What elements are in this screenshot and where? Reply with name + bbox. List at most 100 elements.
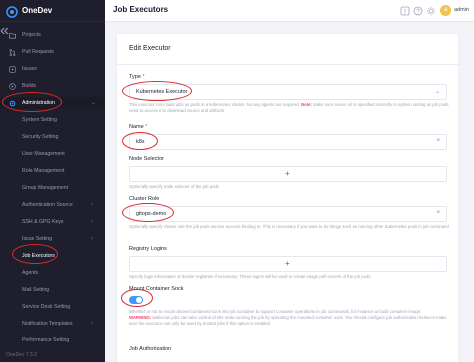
sidebar-subitem-label: User Management [22, 151, 65, 157]
cluster-role-label: Cluster Role [129, 196, 160, 202]
chevron-right-icon: › [91, 321, 93, 327]
mount-sock-help: Whether or not to mount docker/container… [129, 309, 449, 327]
registry-logins-label: Registry Logins [129, 246, 167, 252]
sidebar-subitem-job-executors[interactable]: Job Executors [0, 250, 105, 262]
sidebar-subitem-performance-setting[interactable]: Performance Setting [0, 334, 105, 346]
sidebar-subitem-notification-templates[interactable]: Notification Templates › [0, 318, 105, 330]
onedev-logo-icon [6, 5, 18, 18]
divider [117, 64, 460, 65]
sidebar-subitem-label: Performance Setting [22, 337, 70, 343]
sidebar-subitem-label: Service Desk Setting [22, 304, 71, 310]
sidebar-subitem-label: Mail Setting [22, 287, 50, 293]
page-title: Job Executors [113, 5, 169, 14]
type-select[interactable]: Kubernetes Executor ⌄ [129, 84, 447, 100]
sidebar-subitem-label: Role Management [22, 168, 65, 174]
chevron-right-icon: › [91, 236, 93, 242]
registry-logins-help: Specify login information of docker regi… [129, 274, 371, 279]
cluster-role-input-value: gitops-demo [136, 211, 167, 217]
sidebar-subitem-agents[interactable]: Agents [0, 267, 105, 279]
sun-icon[interactable] [425, 5, 436, 16]
sidebar-subitem-label: Job Executors [22, 253, 55, 259]
brand-name: OneDev [22, 6, 53, 15]
sidebar-subitem-label: Group Management [22, 185, 69, 191]
cluster-role-help: Optionally specify cluster role the job … [129, 224, 449, 229]
sidebar-subitem-label: Agents [22, 270, 39, 276]
mount-sock-label: Mount Container Sock [129, 286, 184, 292]
name-input[interactable]: k8s × [129, 134, 447, 150]
sidebar-item-label: Builds [22, 83, 37, 89]
name-label: Name * [129, 124, 147, 130]
gear-icon [9, 100, 16, 107]
alert-icon[interactable] [399, 5, 410, 16]
type-help-text: This executor runs build jobs as pods in… [129, 102, 300, 107]
sidebar-subitem-label: System Setting [22, 117, 57, 123]
sidebar-item-administration[interactable]: Administration ⌄ [0, 97, 105, 109]
sidebar-item-issues[interactable]: Issues [0, 63, 105, 75]
card-title: Edit Executor [129, 45, 171, 52]
plus-icon: + [285, 259, 290, 268]
sidebar-subitem-service-desk-setting[interactable]: Service Desk Setting [0, 301, 105, 313]
sidebar-item-projects[interactable]: Projects [0, 29, 105, 41]
sidebar-subitem-mail-setting[interactable]: Mail Setting [0, 284, 105, 296]
node-selector-help: Optionally specify node selector of the … [129, 184, 220, 189]
sidebar-subitem-authentication-source[interactable]: Authentication Source › [0, 199, 105, 211]
chevron-down-icon: ⌄ [91, 100, 97, 106]
mount-sock-toggle[interactable] [129, 296, 143, 304]
type-select-value: Kubernetes Executor [136, 89, 188, 95]
chevron-right-icon: › [91, 202, 93, 208]
sidebar-subitem-system-setting[interactable]: System Setting [0, 114, 105, 126]
node-selector-add[interactable]: + [129, 166, 447, 182]
chevron-down-icon: ⌄ [434, 89, 440, 95]
type-label-text: Type [129, 74, 141, 80]
registry-logins-add[interactable]: + [129, 256, 447, 272]
pull-request-icon [9, 48, 16, 56]
play-circle-icon [9, 82, 16, 90]
issue-icon [9, 65, 16, 73]
sidebar-subitem-issue-setting[interactable]: Issue Setting › [0, 233, 105, 245]
warning-text: Malicious jobs can take control of k8s n… [129, 315, 447, 326]
brand[interactable]: OneDev [0, 0, 105, 22]
clear-icon[interactable]: × [436, 138, 440, 144]
sidebar-item-pull-requests[interactable]: Pull Requests [0, 46, 105, 58]
sidebar-subitem-user-management[interactable]: User Management [0, 148, 105, 160]
avatar[interactable]: a [440, 5, 451, 16]
type-help: This executor runs build jobs as pods in… [129, 102, 449, 114]
edit-executor-card: Edit Executor Type * Kubernetes Executor… [116, 33, 460, 362]
app-window: OneDev « Projects Pull Requests Issues B… [0, 0, 474, 362]
version-label: OneDev 7.3.2 [6, 352, 37, 358]
sidebar-subitem-label: Authentication Source [22, 202, 73, 208]
chevron-right-icon: › [91, 219, 93, 225]
sidebar: OneDev « Projects Pull Requests Issues B… [0, 0, 105, 362]
sidebar-item-label: Projects [22, 32, 41, 38]
sidebar-subitem-group-management[interactable]: Group Management [0, 182, 105, 194]
name-label-text: Name [129, 124, 144, 130]
sidebar-subitem-label: Issue Setting [22, 236, 52, 242]
help-icon[interactable] [412, 5, 423, 16]
sidebar-item-label: Issues [22, 66, 37, 72]
type-help-note: Note: [300, 102, 312, 107]
username[interactable]: admin [454, 7, 469, 13]
sidebar-subitem-ssh-gpg-keys[interactable]: SSH & GPG Keys › [0, 216, 105, 228]
required-marker: * [142, 74, 145, 80]
sidebar-subitem-label: SSH & GPG Keys [22, 219, 64, 225]
clear-icon[interactable]: × [436, 210, 440, 216]
sidebar-subitem-security-setting[interactable]: Security Setting [0, 131, 105, 143]
sidebar-item-builds[interactable]: Builds [0, 80, 105, 92]
job-authorization-label: Job Authorization [129, 346, 172, 352]
warning-label: WARNING: [129, 315, 152, 320]
topbar: Job Executors a admin [105, 0, 474, 22]
folder-icon [9, 32, 16, 39]
plus-icon: + [285, 169, 290, 178]
sidebar-subitem-label: Notification Templates [22, 321, 73, 327]
type-label: Type * [129, 74, 145, 80]
sidebar-item-label: Pull Requests [22, 49, 55, 55]
cluster-role-input[interactable]: gitops-demo × [129, 206, 447, 222]
sidebar-subitem-role-management[interactable]: Role Management [0, 165, 105, 177]
toggle-knob [136, 297, 142, 303]
name-input-value: k8s [136, 139, 145, 145]
mount-sock-help-text: Whether or not to mount docker/container… [129, 309, 422, 314]
sidebar-item-label: Administration [22, 100, 55, 106]
node-selector-label: Node Selector [129, 156, 164, 162]
sidebar-subitem-label: Security Setting [22, 134, 59, 140]
required-marker: * [145, 124, 148, 130]
